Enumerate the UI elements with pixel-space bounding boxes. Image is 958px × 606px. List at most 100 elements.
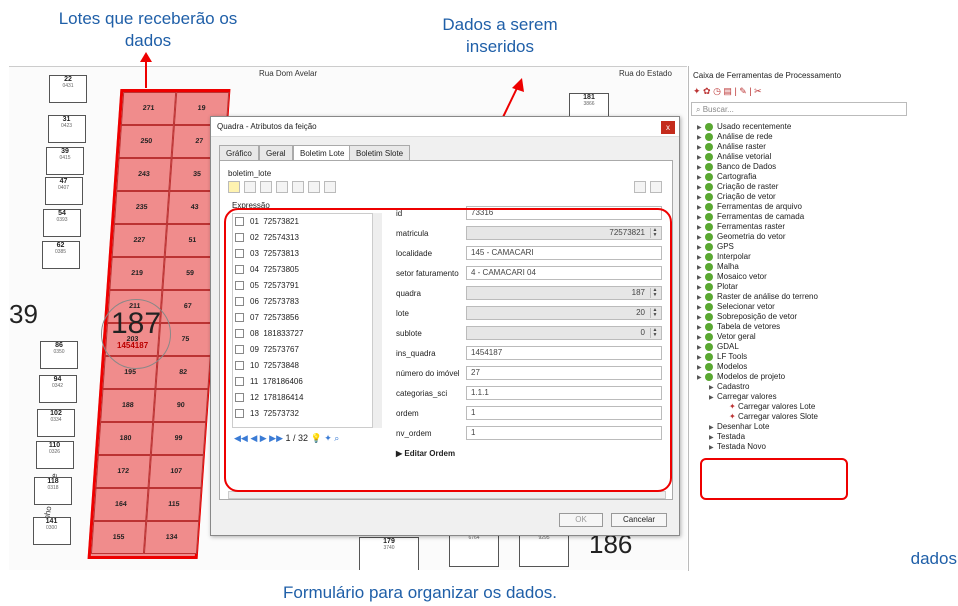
- toolbox-subgroup[interactable]: ▶ Desenhar Lote: [709, 422, 769, 431]
- toolbox-group[interactable]: ▶ GPS: [697, 242, 734, 251]
- selected-lot[interactable]: 99: [150, 422, 207, 455]
- selected-lot[interactable]: 172: [95, 455, 151, 488]
- selected-lot[interactable]: 243: [116, 158, 172, 191]
- cancel-button[interactable]: Cancelar: [611, 513, 667, 527]
- tab-boletim-lote[interactable]: Boletim Lote: [293, 145, 352, 161]
- selected-lot[interactable]: 134: [143, 521, 200, 554]
- toolbox-subgroup[interactable]: ▶ Testada: [709, 432, 745, 441]
- link-icon[interactable]: [308, 181, 320, 193]
- toolbox-group[interactable]: ▶ Usado recentemente: [697, 122, 791, 131]
- lot[interactable]: 62 0385: [41, 241, 80, 269]
- selected-lot[interactable]: 235: [113, 191, 170, 224]
- toolbox-group[interactable]: ▶ Selecionar vetor: [697, 302, 775, 311]
- block-number: 187: [111, 307, 162, 340]
- neighbor-block-number: 39: [9, 299, 38, 329]
- chevron-right-icon: ▶: [697, 375, 702, 381]
- toolbox-group[interactable]: ▶ GDAL: [697, 342, 739, 351]
- add-icon[interactable]: [260, 181, 272, 193]
- processing-icon: [705, 362, 713, 371]
- ok-button[interactable]: OK: [559, 513, 603, 527]
- toolbox-group[interactable]: ▶ Análise raster: [697, 142, 766, 151]
- processing-icon: [705, 202, 713, 211]
- selected-lot[interactable]: 188: [100, 389, 156, 422]
- processing-icon: [705, 322, 713, 331]
- toolbox-group[interactable]: ▶ Modelos: [697, 362, 747, 371]
- lot[interactable]: 86 0350: [40, 341, 78, 369]
- toolbox-group[interactable]: ▶ Raster de análise do terreno: [697, 292, 818, 301]
- toolbox-group[interactable]: ▶ Tabela de vetores: [697, 322, 780, 331]
- selected-lot[interactable]: 271: [120, 92, 177, 125]
- lot[interactable]: 39 0415: [46, 147, 84, 175]
- selected-lot[interactable]: 115: [146, 488, 202, 521]
- lot[interactable]: 47 0407: [44, 177, 83, 205]
- toolbox-group[interactable]: ▶ Geometria do vetor: [697, 232, 785, 241]
- toolbox-group[interactable]: ▶ Ferramentas de arquivo: [697, 202, 802, 211]
- lot[interactable]: 110 0326: [35, 441, 74, 469]
- toolbox-group[interactable]: ▶ LF Tools: [697, 352, 747, 361]
- lot[interactable]: 94 0342: [38, 375, 77, 403]
- toolbox-group[interactable]: ▶ Criação de raster: [697, 182, 778, 191]
- lot[interactable]: 141 0300: [32, 517, 71, 545]
- processing-icon: [705, 352, 713, 361]
- chevron-icon: ▶: [709, 425, 714, 431]
- toolbox-group[interactable]: ▶ Sobreposição de vetor: [697, 312, 797, 321]
- table-view-icon[interactable]: [650, 181, 662, 193]
- tab-geral[interactable]: Geral: [259, 145, 293, 161]
- search-input[interactable]: ⌕ Buscar...: [691, 102, 907, 116]
- toolbox-subgroup[interactable]: ▶ Cadastro: [709, 382, 749, 391]
- save-icon[interactable]: [244, 181, 256, 193]
- selected-lot[interactable]: 180: [97, 422, 154, 455]
- model-button[interactable]: ✦ Carregar valores Lote: [729, 402, 815, 411]
- form-view-icon[interactable]: [634, 181, 646, 193]
- toolbox-group[interactable]: ▶ Ferramentas raster: [697, 222, 785, 231]
- processing-icon: [705, 242, 713, 251]
- toolbox-group[interactable]: ▶ Ferramentas de camada: [697, 212, 804, 221]
- lot[interactable]: 118 0318: [34, 477, 72, 505]
- toolbox-group[interactable]: ▶ Cartografia: [697, 172, 757, 181]
- lot[interactable]: 22 0431: [49, 75, 87, 103]
- chevron-right-icon: ▶: [697, 225, 702, 231]
- chevron-right-icon: ▶: [697, 195, 702, 201]
- selected-lot[interactable]: 155: [90, 521, 147, 554]
- toolbox-group[interactable]: ▶ Plotar: [697, 282, 738, 291]
- model-icon: ✦: [729, 402, 738, 411]
- selected-lot[interactable]: 67: [160, 290, 216, 323]
- selected-lot[interactable]: 164: [93, 488, 149, 521]
- close-button[interactable]: x: [661, 121, 675, 134]
- lot[interactable]: 54 0393: [43, 209, 81, 237]
- edit-pencil-icon[interactable]: [228, 181, 240, 193]
- selected-lot[interactable]: 250: [118, 125, 174, 158]
- toolbox-group[interactable]: ▶ Interpolar: [697, 252, 751, 261]
- chevron-right-icon: ▶: [697, 345, 702, 351]
- selected-lot[interactable]: 82: [155, 356, 211, 389]
- model-button[interactable]: ✦ Carregar valores Slote: [729, 412, 818, 421]
- toolbox-group[interactable]: ▶ Modelos de projeto: [697, 372, 785, 381]
- lot[interactable]: 31 0423: [47, 115, 86, 143]
- fields-highlight: [224, 208, 672, 492]
- chevron-right-icon: ▶: [697, 265, 702, 271]
- field-scrollbar[interactable]: [228, 491, 666, 499]
- toolbox-group[interactable]: ▶ Banco de Dados: [697, 162, 776, 171]
- toolbox-group[interactable]: ▶ Malha: [697, 262, 739, 271]
- tab-grafico[interactable]: Gráfico: [219, 145, 259, 161]
- toolbox-subgroup[interactable]: ▶ Testada Novo: [709, 442, 766, 451]
- tab-boletim-slote[interactable]: Boletim Slote: [349, 145, 411, 161]
- toolbox-group[interactable]: ▶ Mosaico vetor: [697, 272, 767, 281]
- toolbox-group[interactable]: ▶ Análise de rede: [697, 132, 773, 141]
- lot[interactable]: 179 3740: [359, 537, 419, 570]
- selected-lot[interactable]: 219: [109, 257, 165, 290]
- selected-lot[interactable]: 227: [111, 224, 167, 257]
- toolbox-group[interactable]: ▶ Vetor geral: [697, 332, 756, 341]
- processing-icon: [705, 252, 713, 261]
- lot[interactable]: 102 0334: [37, 409, 75, 437]
- chevron-right-icon: ▶: [697, 355, 702, 361]
- copy-icon[interactable]: [276, 181, 288, 193]
- toolbox-subgroup[interactable]: ▶ Carregar valores: [709, 392, 777, 401]
- unlink-icon[interactable]: [324, 181, 336, 193]
- chevron-right-icon: ▶: [697, 295, 702, 301]
- delete-icon[interactable]: [292, 181, 304, 193]
- selected-lot[interactable]: 90: [153, 389, 209, 422]
- toolbox-group[interactable]: ▶ Criação de vetor: [697, 192, 776, 201]
- selected-lot[interactable]: 107: [148, 455, 204, 488]
- toolbox-group[interactable]: ▶ Análise vetorial: [697, 152, 771, 161]
